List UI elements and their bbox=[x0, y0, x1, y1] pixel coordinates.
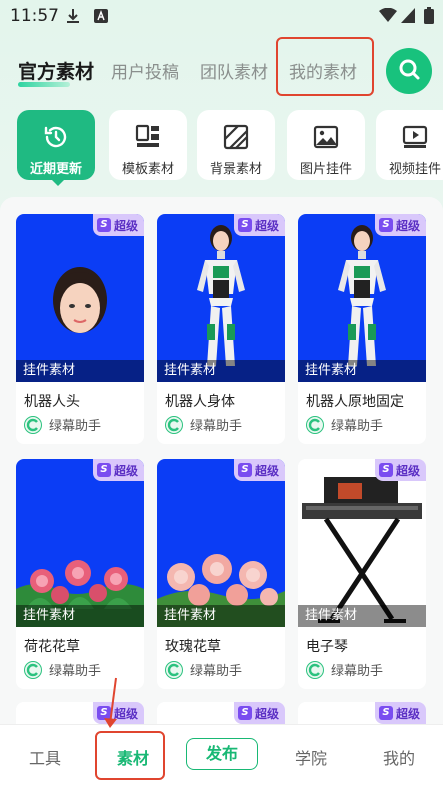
card-category-tag: 挂件素材 bbox=[298, 605, 426, 627]
card-author: 绿幕助手 bbox=[306, 415, 383, 434]
search-button[interactable] bbox=[386, 48, 432, 94]
category-video-widgets[interactable]: 视频挂件 bbox=[376, 110, 443, 180]
card-category-tag: 挂件素材 bbox=[16, 360, 144, 382]
status-bar: 11:57 bbox=[0, 0, 443, 32]
material-source-tabs: 官方素材 用户投稿 团队素材 我的素材 bbox=[0, 50, 443, 94]
card-thumbnail: S 超级 挂件素材 bbox=[157, 214, 285, 382]
material-card[interactable]: S 超级 挂件素材 电子琴 绿幕助手 bbox=[298, 459, 426, 689]
super-badge: S 超级 bbox=[92, 214, 144, 236]
video-icon bbox=[402, 122, 428, 152]
author-logo-icon bbox=[306, 415, 324, 434]
robot-head-image bbox=[53, 267, 107, 333]
battery-icon bbox=[424, 7, 434, 28]
category-label: 模板素材 bbox=[121, 162, 174, 177]
author-logo-icon bbox=[24, 415, 42, 434]
material-card[interactable]: S 超级 挂件素材 机器人原地固定 绿幕助手 bbox=[298, 214, 426, 444]
image-icon bbox=[313, 122, 339, 152]
card-category-tag: 挂件素材 bbox=[157, 605, 285, 627]
card-author: 绿幕助手 bbox=[24, 660, 101, 679]
active-tab-underline bbox=[18, 82, 70, 87]
category-image-widgets[interactable]: 图片挂件 bbox=[287, 110, 365, 180]
nav-publish-button[interactable]: 发布 bbox=[186, 738, 258, 770]
card-category-tag: 挂件素材 bbox=[16, 605, 144, 627]
super-badge: S 超级 bbox=[233, 702, 285, 724]
category-recent-updates[interactable]: 近期更新 bbox=[17, 110, 95, 180]
clock-refresh-icon bbox=[43, 122, 69, 152]
material-card[interactable]: S 超级 挂件素材 玫瑰花草 绿幕助手 bbox=[157, 459, 285, 689]
author-logo-icon bbox=[24, 660, 42, 679]
material-card[interactable]: S 超级 挂件素材 机器人身体 绿幕助手 bbox=[157, 214, 285, 444]
card-thumbnail: S 超级 挂件素材 bbox=[157, 459, 285, 627]
annotation-arrow bbox=[104, 677, 117, 728]
material-card[interactable]: S 超级 bbox=[157, 702, 285, 725]
author-logo-icon bbox=[165, 660, 183, 679]
card-thumbnail: S 超级 bbox=[298, 702, 426, 725]
roses-image bbox=[157, 554, 285, 627]
category-label: 背景素材 bbox=[209, 162, 262, 177]
card-category-tag: 挂件素材 bbox=[298, 360, 426, 382]
material-card[interactable]: S 超级 挂件素材 机器人头 绿幕助手 bbox=[16, 214, 144, 444]
super-badge: S 超级 bbox=[233, 214, 285, 236]
card-author: 绿幕助手 bbox=[165, 415, 242, 434]
wifi-icon bbox=[379, 7, 397, 27]
card-thumbnail: S 超级 挂件素材 bbox=[298, 459, 426, 627]
background-icon bbox=[223, 122, 249, 152]
author-logo-icon bbox=[306, 660, 324, 679]
category-background-materials[interactable]: 背景素材 bbox=[197, 110, 275, 180]
active-category-pointer bbox=[50, 178, 66, 186]
category-row: 近期更新 模板素材 背景素材 图片挂件 视频挂件 bbox=[0, 107, 443, 189]
a-icon bbox=[94, 8, 108, 27]
material-card[interactable]: S 超级 挂件素材 荷花花草 绿幕助手 bbox=[16, 459, 144, 689]
lotus-flowers-image bbox=[16, 560, 144, 627]
robot-body-image bbox=[197, 225, 245, 366]
nav-academy[interactable]: 学院 bbox=[295, 745, 327, 769]
card-title: 荷花花草 bbox=[24, 639, 80, 655]
tab-team-materials[interactable]: 团队素材 bbox=[200, 58, 268, 83]
template-icon bbox=[135, 122, 161, 152]
card-thumbnail: S 超级 挂件素材 bbox=[16, 214, 144, 382]
materials-nav-highlight-box bbox=[95, 731, 165, 780]
electronic-keyboard-image bbox=[302, 477, 422, 623]
nav-tools[interactable]: 工具 bbox=[29, 745, 61, 769]
category-label: 视频挂件 bbox=[388, 162, 441, 177]
author-logo-icon bbox=[165, 415, 183, 434]
material-card[interactable]: S 超级 bbox=[298, 702, 426, 725]
super-badge: S 超级 bbox=[92, 459, 144, 481]
card-author: 绿幕助手 bbox=[306, 660, 383, 679]
robot-fixed-image bbox=[338, 225, 386, 366]
signal-icon bbox=[401, 8, 415, 27]
nav-mine[interactable]: 我的 bbox=[383, 745, 415, 769]
card-thumbnail: S 超级 bbox=[157, 702, 285, 725]
bottom-navigation: 工具 素材 发布 学院 我的 bbox=[0, 724, 443, 789]
card-title: 电子琴 bbox=[306, 639, 348, 655]
card-category-tag: 挂件素材 bbox=[157, 360, 285, 382]
search-icon bbox=[397, 57, 421, 85]
super-badge: S 超级 bbox=[374, 459, 426, 481]
card-author: 绿幕助手 bbox=[165, 660, 242, 679]
card-title: 机器人头 bbox=[24, 394, 80, 410]
category-label: 近期更新 bbox=[29, 162, 82, 177]
super-badge: S 超级 bbox=[374, 214, 426, 236]
material-grid: S 超级 挂件素材 机器人头 绿幕助手 S 超级 挂件素材 机器人身体 绿幕助手… bbox=[0, 197, 443, 725]
super-badge: S 超级 bbox=[374, 702, 426, 724]
tab-official-materials[interactable]: 官方素材 bbox=[18, 57, 94, 84]
card-author: 绿幕助手 bbox=[24, 415, 101, 434]
my-materials-highlight-box bbox=[276, 37, 374, 96]
tab-user-submissions[interactable]: 用户投稿 bbox=[111, 58, 179, 83]
download-icon bbox=[66, 8, 80, 28]
card-thumbnail: S 超级 挂件素材 bbox=[298, 214, 426, 382]
super-badge: S 超级 bbox=[233, 459, 285, 481]
card-title: 玫瑰花草 bbox=[165, 639, 221, 655]
category-label: 图片挂件 bbox=[299, 162, 352, 177]
category-template-materials[interactable]: 模板素材 bbox=[109, 110, 187, 180]
card-title: 机器人身体 bbox=[165, 394, 235, 410]
card-thumbnail: S 超级 挂件素材 bbox=[16, 459, 144, 627]
card-title: 机器人原地固定 bbox=[306, 394, 404, 410]
status-time: 11:57 bbox=[10, 6, 59, 26]
